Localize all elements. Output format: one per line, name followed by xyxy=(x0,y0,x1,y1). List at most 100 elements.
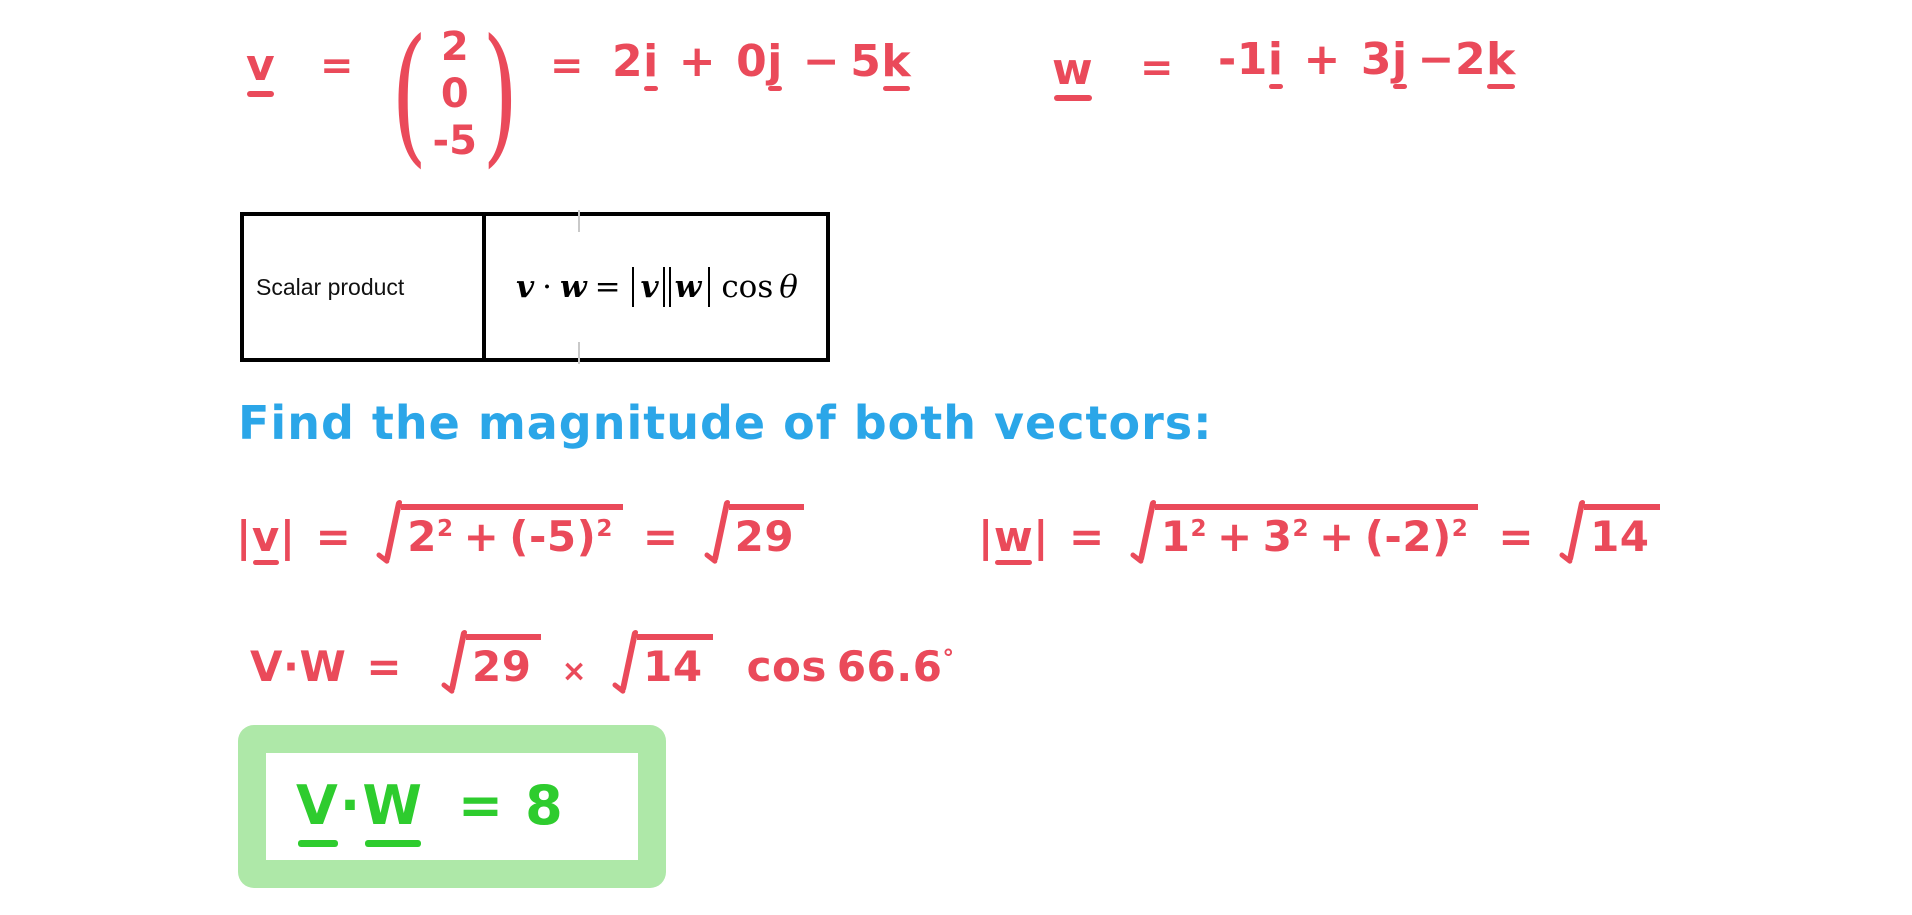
equals-sign: = xyxy=(642,512,679,561)
answer-dot-operator: · xyxy=(339,774,363,837)
unit-vector-k: k xyxy=(1486,34,1516,89)
radical-tick xyxy=(375,500,401,562)
ghost-tick-top xyxy=(578,210,580,232)
equals-sign: = xyxy=(320,43,355,89)
unit-vector-j: j xyxy=(1391,34,1408,89)
formula-equals: = xyxy=(594,269,621,305)
scalar-product-formula: v · w = v w cos θ xyxy=(514,267,798,307)
radicand-29: 29 xyxy=(466,634,542,688)
vector-v-equals-1: = xyxy=(320,46,354,86)
dot-product-expression: V·W = 29 × 14 cos 66.6° xyxy=(250,628,955,688)
vector-v-name: v xyxy=(246,40,276,97)
vector-w-component-form: -1i +3j −2k xyxy=(1218,34,1516,89)
j-coefficient: 0 xyxy=(736,36,768,87)
worksheet-canvas: v = ( 2 0 -5 ) = 2i +0j −5k w = -1i +3j −2k … xyxy=(0,0,1912,915)
unit-vector-j: j xyxy=(767,36,783,91)
j-coefficient: 3 xyxy=(1360,34,1392,85)
formula-dot-operator: · xyxy=(542,269,552,305)
magnitude-w-expression: |w| = 12 +32 + (-2)2 = 14 xyxy=(978,498,1660,565)
answer-highlight-box: V·W = 8 xyxy=(238,725,666,888)
scalar-product-definition-table: Scalar product v · w = v w cos θ xyxy=(240,210,830,364)
i-coefficient: 2 xyxy=(612,36,644,87)
square-root-29: 29 xyxy=(703,498,805,558)
vector-w-name: w xyxy=(1052,44,1094,101)
term-2-exponent: 2 xyxy=(596,516,613,542)
answer-value: 8 xyxy=(525,774,565,837)
component-y: 0 xyxy=(440,71,469,118)
term-2-base: 3 xyxy=(1262,512,1293,561)
radicand-29: 29 xyxy=(728,504,805,558)
scalar-product-label: Scalar product xyxy=(256,273,405,300)
table-cell-label: Scalar product xyxy=(244,216,486,358)
vector-w-equals: = xyxy=(1140,48,1174,88)
minus-sign: − xyxy=(1417,34,1455,85)
equals-sign: = xyxy=(315,512,352,561)
dot-product-v: V xyxy=(250,642,284,691)
minus-sign: − xyxy=(802,36,841,87)
vector-v-component-form: 2i +0j −5k xyxy=(612,36,912,91)
dot-product-w: W xyxy=(299,642,347,691)
square-root-v: 22 + (-5)2 xyxy=(375,498,623,558)
unit-vector-i: i xyxy=(1267,34,1284,89)
formula-magnitude-w: w xyxy=(674,269,702,305)
term-3-base: (-2) xyxy=(1364,512,1452,561)
abs-bar: | xyxy=(279,512,296,561)
abs-bar-right xyxy=(708,267,711,307)
radical-tick xyxy=(440,630,466,692)
radical-tick xyxy=(703,500,729,562)
plus-sign: + xyxy=(678,36,717,87)
term-1-base: 1 xyxy=(1160,512,1191,561)
equals-sign: = xyxy=(1498,512,1535,561)
k-coefficient: 2 xyxy=(1454,34,1487,85)
equals-sign: = xyxy=(1069,512,1105,561)
vector-v-equals-2: = xyxy=(550,46,584,86)
abs-bar-middle-1 xyxy=(662,267,665,307)
component-x: 2 xyxy=(440,24,469,70)
formula-cos: cos xyxy=(721,269,774,305)
column-vector-v: ( 2 0 -5 ) xyxy=(380,7,530,182)
left-paren: ( xyxy=(391,7,428,182)
plus-sign: + xyxy=(1303,34,1341,85)
plus-sign: + xyxy=(1319,512,1355,561)
vector-w-label: w xyxy=(1052,44,1094,101)
magnitude-v-expression: |v| = 22 + (-5)2 = 29 xyxy=(236,498,805,565)
plus-sign: + xyxy=(1217,512,1253,561)
formula-vector-w: w xyxy=(559,269,587,305)
plus-sign: + xyxy=(463,512,500,561)
degree-symbol: ° xyxy=(942,646,955,672)
term-2-base: (-5) xyxy=(509,512,597,561)
cos-label: cos xyxy=(746,642,827,691)
table-cell-formula: v · w = v w cos θ xyxy=(486,210,826,364)
term-2-exponent: 2 xyxy=(1292,516,1310,542)
right-paren: ) xyxy=(482,7,519,182)
unit-vector-i: i xyxy=(643,36,659,91)
final-answer: V·W = 8 xyxy=(296,774,565,847)
vector-v-label: v xyxy=(246,40,276,97)
instruction-label: Find the magnitude of both vectors: xyxy=(238,396,1213,450)
term-1-exponent: 2 xyxy=(1190,516,1208,542)
angle-value: 66.6 xyxy=(836,642,943,691)
term-1-base: 2 xyxy=(407,512,438,561)
abs-bar: | xyxy=(1033,512,1049,561)
answer-equals: = xyxy=(457,774,506,837)
abs-bar: | xyxy=(978,512,994,561)
radical-tick xyxy=(1558,500,1584,562)
equals-sign: = xyxy=(366,642,403,691)
k-coefficient: 5 xyxy=(850,36,882,87)
square-root-14: 14 xyxy=(611,628,713,688)
column-vector-components: 2 0 -5 xyxy=(433,24,477,166)
radicand-w: 12 +32 + (-2)2 xyxy=(1154,504,1479,561)
radical-tick xyxy=(1129,500,1155,562)
unit-vector-k: k xyxy=(881,36,912,91)
ghost-tick-bottom xyxy=(578,342,580,364)
abs-bar-left xyxy=(631,267,634,307)
i-coefficient: -1 xyxy=(1218,34,1268,85)
radicand-v: 22 + (-5)2 xyxy=(401,504,623,558)
formula-magnitude-v: v xyxy=(640,269,659,305)
term-1-exponent: 2 xyxy=(437,516,454,542)
term-3-exponent: 2 xyxy=(1451,516,1469,542)
dot-operator: · xyxy=(283,642,300,691)
square-root-14: 14 xyxy=(1558,498,1660,558)
square-root-29: 29 xyxy=(440,628,542,688)
abs-bar: | xyxy=(236,512,252,561)
